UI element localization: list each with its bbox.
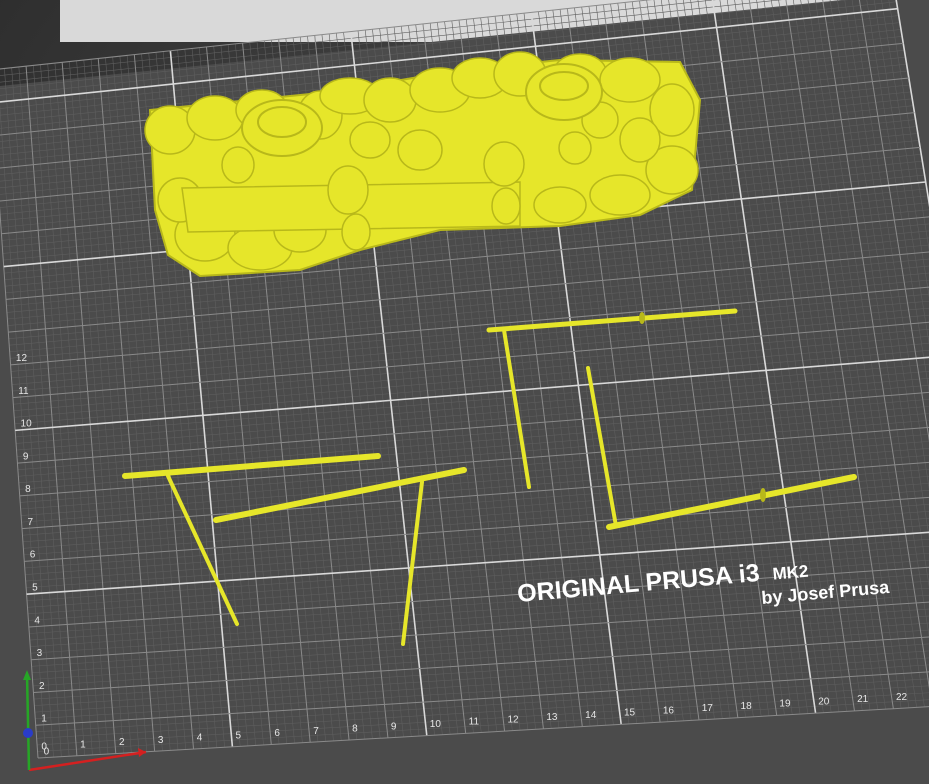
x-tick-label: 10 <box>430 719 442 730</box>
y-tick-label: 5 <box>32 583 38 594</box>
rock-lump <box>589 174 651 216</box>
figure-head <box>221 146 255 184</box>
x-tick-label: 4 <box>197 733 203 744</box>
x-tick-label: 5 <box>236 730 242 741</box>
y-tick-label: 1 <box>41 714 47 725</box>
x-tick-label: 12 <box>507 714 519 725</box>
print-bed-scene[interactable]: 01234567891011121314151617181920212223 0… <box>0 0 929 784</box>
x-tick-label: 13 <box>546 712 558 723</box>
y-tick-label: 2 <box>39 681 45 692</box>
x-tick-label: 14 <box>585 710 597 721</box>
x-tick-label: 11 <box>469 717 480 728</box>
x-tick-label: 3 <box>158 735 164 746</box>
x-tick-label: 18 <box>741 701 753 712</box>
y-tick-label: 9 <box>23 451 29 462</box>
x-tick-label: 8 <box>352 724 358 735</box>
rock-lump <box>599 57 661 103</box>
x-tick-label: 2 <box>119 737 125 748</box>
y-tick-label: 8 <box>25 484 31 495</box>
figure-skull <box>341 213 371 251</box>
rock-lump <box>186 95 244 141</box>
figure-head <box>327 165 369 215</box>
pedestal-ring-left <box>241 99 323 157</box>
z-axis-marker <box>23 728 33 738</box>
x-tick-label: 7 <box>313 726 319 737</box>
x-tick-label: 21 <box>857 694 869 705</box>
figure-head <box>558 131 592 165</box>
rock-lump <box>397 129 443 171</box>
figure-head <box>483 141 525 187</box>
x-tick-label: 22 <box>896 692 908 703</box>
x-tick-label: 20 <box>818 696 830 707</box>
rock-lump <box>619 117 661 163</box>
y-tick-label: 12 <box>16 353 28 364</box>
x-tick-label: 19 <box>779 699 791 710</box>
x-tick-label: 17 <box>702 703 714 714</box>
y-tick-label: 3 <box>37 648 43 659</box>
y-tick-label: 10 <box>21 419 33 430</box>
3d-viewport[interactable]: 01234567891011121314151617181920212223 0… <box>0 0 929 784</box>
x-tick-label: 15 <box>624 708 636 719</box>
y-tick-label: 0 <box>44 746 50 757</box>
x-tick-label: 1 <box>80 739 86 750</box>
y-tick-label: 11 <box>18 386 29 397</box>
rock-lump <box>349 121 391 159</box>
x-tick-label: 16 <box>663 705 675 716</box>
y-tick-label: 4 <box>34 615 40 626</box>
y-tick-label: 6 <box>30 550 36 561</box>
rock-lump <box>533 186 587 224</box>
x-tick-label: 9 <box>391 721 397 732</box>
x-tick-label: 6 <box>274 728 280 739</box>
rock-lump <box>363 77 417 123</box>
figure-skull <box>491 187 521 225</box>
y-tick-label: 7 <box>27 517 33 528</box>
